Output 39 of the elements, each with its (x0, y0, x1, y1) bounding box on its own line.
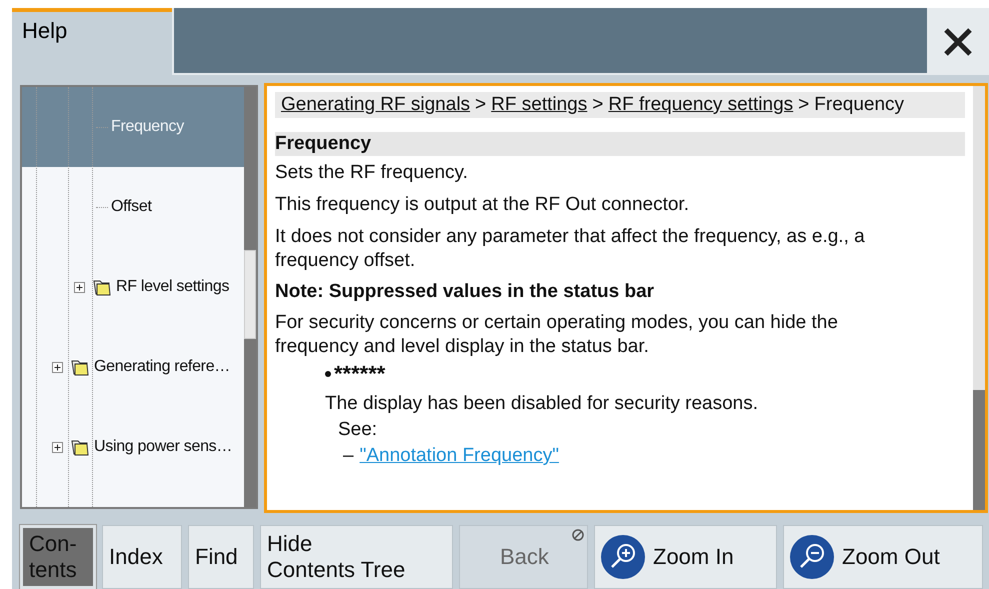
paragraph: For security concerns or certain operating modes, you can hide the frequency and level display in the status bar. (275, 311, 839, 359)
expand-icon[interactable] (52, 442, 63, 452)
tab[interactable]: Find (188, 525, 254, 589)
breadcrumb-text: > (475, 94, 486, 115)
tree-item[interactable]: RF level settings (116, 278, 230, 296)
button[interactable]: Zoom In (594, 525, 777, 589)
annotation-link[interactable]: "Annotation Frequency" (360, 445, 559, 467)
expand-icon[interactable] (52, 362, 63, 372)
breadcrumb-text: > (798, 94, 810, 115)
paragraph: This frequency is output at the RF Out connector. (275, 193, 690, 217)
tab[interactable]: Con- tents (20, 525, 96, 589)
close-button[interactable] (927, 8, 989, 75)
bullet-icon (325, 371, 331, 377)
paragraph: Sets the RF frequency. (275, 161, 469, 185)
tree-item[interactable]: Offset (111, 198, 152, 216)
expand-icon[interactable] (74, 282, 85, 292)
note-heading: Note: Suppressed values in the status bar (275, 281, 656, 303)
scrollbar[interactable] (244, 87, 256, 507)
breadcrumb-text: Frequency (814, 94, 904, 115)
breadcrumb-link[interactable]: Generating RF signals (281, 94, 470, 115)
zoom-out-icon (790, 535, 834, 579)
button[interactable]: Zoom Out (783, 525, 983, 589)
breadcrumb-link[interactable]: RF settings (491, 94, 588, 115)
paragraph: The display has been disabled for security reasons. (325, 393, 760, 415)
section-heading: Frequency (275, 132, 965, 156)
breadcrumb-text: > (592, 94, 604, 115)
tree-item[interactable]: Using power sens… (94, 438, 232, 456)
scrollbar[interactable] (973, 86, 985, 510)
unavailable-icon (572, 529, 584, 541)
tree-item[interactable]: Generating refere… (94, 358, 230, 376)
zoom-in-icon (601, 535, 645, 579)
button[interactable]: Hide Contents Tree (260, 525, 453, 589)
close-icon (943, 26, 973, 56)
bullet-text: ****** (334, 361, 386, 387)
dash-text: – (343, 445, 354, 467)
tab[interactable]: Index (102, 525, 182, 589)
see-label: See: (338, 419, 378, 441)
breadcrumb-link[interactable]: RF frequency settings (608, 94, 794, 115)
paragraph: It does not consider any parameter that affect the frequency, as e.g., a frequency offset. (275, 225, 866, 273)
